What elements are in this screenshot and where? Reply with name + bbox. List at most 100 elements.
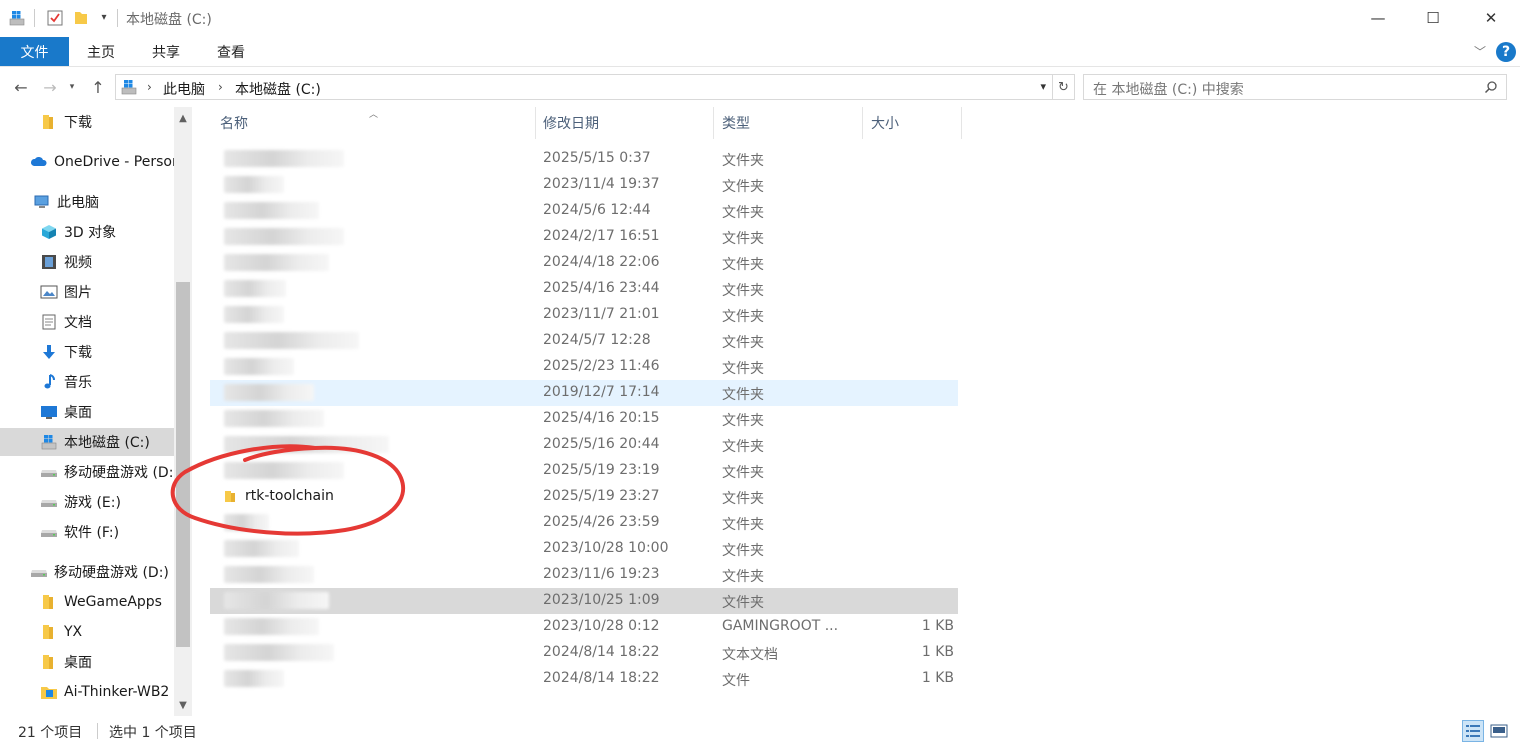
search-icon[interactable] [1484,80,1498,94]
up-arrow-icon[interactable]: ↑ [88,76,108,98]
file-row[interactable]: 2025/5/19 23:19 文件夹 [210,458,958,484]
maximize-button[interactable]: ☐ [1404,0,1462,36]
column-header-name[interactable]: 名称 [220,107,248,139]
sidebar-item-label: 3D 对象 [64,225,117,241]
file-row[interactable]: 2023/10/28 0:12 GAMINGROOT ... 1 KB [210,614,958,640]
file-row[interactable]: 2025/2/23 11:46 文件夹 [210,354,958,380]
file-type: 文件夹 [722,595,764,611]
redacted-filename [224,566,314,583]
sidebar-item-label: 音乐 [64,375,92,391]
file-date: 2023/11/6 19:23 [543,566,660,582]
sidebar-item[interactable]: 移动硬盘游戏 (D:) [0,558,174,586]
scrollbar-thumb[interactable] [176,282,190,647]
sidebar-item[interactable]: 桌面 [0,648,174,676]
address-dropdown-icon[interactable]: ▾ [1040,80,1046,93]
file-row[interactable]: 2023/11/6 19:23 文件夹 [210,562,958,588]
tab-file[interactable]: 文件 [0,37,69,66]
file-row[interactable]: 2024/5/7 12:28 文件夹 [210,328,958,354]
sidebar-item[interactable]: 下载 [0,108,174,136]
minimize-button[interactable]: — [1349,0,1407,36]
title-separator [117,9,118,27]
sidebar-item[interactable]: WeGameApps [0,588,174,616]
sidebar-item[interactable]: 本地磁盘 (C:) [0,428,174,456]
breadcrumb-chevron-icon[interactable]: › [147,80,152,94]
file-row[interactable]: 2024/5/6 12:44 文件夹 [210,198,958,224]
sidebar-item[interactable]: 文档 [0,308,174,336]
file-row[interactable]: 2025/5/16 20:44 文件夹 [210,432,958,458]
sidebar-item[interactable]: 游戏 (E:) [0,488,174,516]
breadcrumb-this-pc[interactable]: 此电脑 [163,79,205,99]
file-row[interactable]: 2023/10/28 10:00 文件夹 [210,536,958,562]
file-date: 2025/2/23 11:46 [543,358,660,374]
file-row[interactable]: 2024/4/18 22:06 文件夹 [210,250,958,276]
file-date: 2025/4/16 20:15 [543,410,660,426]
file-row[interactable]: 2024/8/14 18:22 文件 1 KB [210,666,958,692]
file-type: 文件夹 [722,231,764,247]
column-header-type[interactable]: 类型 [722,107,750,139]
sidebar-item[interactable]: 软件 (F:) [0,518,174,546]
properties-icon[interactable] [46,9,64,27]
file-type: 文件夹 [722,257,764,273]
file-row[interactable]: 2019/12/7 17:14 文件夹 [210,380,958,406]
sidebar-item[interactable]: 下载 [0,338,174,366]
quick-access-dropdown-icon[interactable]: ▾ [95,9,113,27]
file-size: 1 KB [921,670,954,686]
file-row[interactable]: 2023/10/25 1:09 文件夹 [210,588,958,614]
tab-home[interactable]: 主页 [87,37,115,66]
forward-arrow-icon[interactable]: → [40,76,60,98]
breadcrumb-drive-c[interactable]: 本地磁盘 (C:) [235,79,321,99]
file-row[interactable]: 2024/2/17 16:51 文件夹 [210,224,958,250]
file-row[interactable]: 2025/4/26 23:59 文件夹 [210,510,958,536]
column-header-date[interactable]: 修改日期 [543,107,599,139]
help-icon[interactable]: ? [1496,42,1516,62]
tab-view[interactable]: 查看 [217,37,245,66]
new-folder-icon[interactable] [72,9,90,27]
file-row[interactable]: 2025/4/16 23:44 文件夹 [210,276,958,302]
column-divider[interactable] [713,107,714,139]
scroll-down-icon[interactable]: ▼ [174,696,192,714]
column-divider[interactable] [535,107,536,139]
item-count: 21 个项目 [18,725,83,741]
sidebar-item[interactable]: 图片 [0,278,174,306]
sidebar-item[interactable]: 3D 对象 [0,218,174,246]
sidebar-scrollbar[interactable]: ▲ ▼ [174,107,192,716]
file-row[interactable]: 2023/11/7 21:01 文件夹 [210,302,958,328]
close-button[interactable]: ✕ [1462,0,1520,36]
back-arrow-icon[interactable]: ← [11,76,31,98]
search-input[interactable]: 在 本地磁盘 (C:) 中搜索 [1083,74,1507,100]
redacted-filename [224,644,334,661]
file-row[interactable]: 2025/5/15 0:37 文件夹 [210,146,958,172]
sidebar-item[interactable]: OneDrive - Personal [0,148,174,176]
cube-icon [40,224,58,240]
drive-icon [40,524,58,540]
breadcrumb-chevron-icon[interactable]: › [218,80,223,94]
sidebar-item[interactable]: 视频 [0,248,174,276]
file-name: rtk-toolchain [245,488,334,504]
address-bar[interactable]: › 此电脑 › 本地磁盘 (C:) ▾ [115,74,1053,100]
file-type: 文件夹 [722,387,764,403]
file-row[interactable]: 2023/11/4 19:37 文件夹 [210,172,958,198]
details-view-icon[interactable] [1462,720,1484,742]
sidebar-item[interactable]: 此电脑 [0,188,174,216]
scroll-up-icon[interactable]: ▲ [174,109,192,127]
sidebar-item[interactable]: 移动硬盘游戏 (D:) [0,458,174,486]
column-header-size[interactable]: 大小 [871,107,899,139]
refresh-icon[interactable]: ↻ [1053,74,1075,100]
sidebar-item[interactable]: 桌面 [0,398,174,426]
sidebar-item[interactable]: YX [0,618,174,646]
file-row[interactable]: 2024/8/14 18:22 文本文档 1 KB [210,640,958,666]
redacted-filename [224,436,389,453]
file-row[interactable]: rtk-toolchain 2025/5/19 23:27 文件夹 [210,484,958,510]
tab-share[interactable]: 共享 [152,37,180,66]
column-divider[interactable] [862,107,863,139]
sidebar-item[interactable]: Ai-Thinker-WB2 [0,678,174,706]
file-row[interactable]: 2025/4/16 20:15 文件夹 [210,406,958,432]
large-icons-view-icon[interactable] [1488,720,1510,742]
file-type: 文件夹 [722,465,764,481]
cloud-icon [30,154,48,170]
file-date: 2025/4/16 23:44 [543,280,660,296]
column-divider[interactable] [961,107,962,139]
ribbon-expand-icon[interactable]: ﹀ [1474,43,1486,60]
sidebar-item[interactable]: 音乐 [0,368,174,396]
recent-locations-icon[interactable]: ▾ [62,76,82,98]
